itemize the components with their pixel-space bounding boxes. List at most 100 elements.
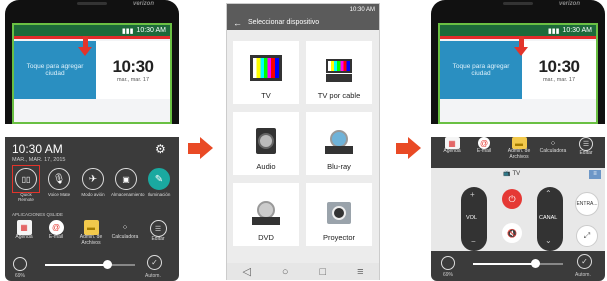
auto-brightness-check-icon[interactable]: ✓ [147,255,162,270]
device-tile-bluray[interactable]: Blu-ray [306,112,372,175]
qs-toggle-light[interactable]: ✎ Iluminación [143,168,175,197]
device-tile-cable[interactable]: TV por cable [306,41,372,104]
channel-rocker[interactable]: ⌃ CANAL ⌄ [537,187,563,251]
highlight-box [12,165,40,193]
clock-widget: 10:30 mar., mar. 17 [522,41,596,99]
clock-date: mar., mar. 17 [542,77,576,83]
app-files[interactable]: ▬ Admin. de Archivos [503,137,535,160]
brightness-slider-track[interactable] [473,263,563,265]
brightness-icon [13,257,27,271]
auto-brightness-check-icon[interactable]: ✓ [577,254,592,269]
device-tile-tv[interactable]: TV [233,41,299,104]
app-label: Admin. de Archivos [507,148,531,160]
auto-label: Autom. [145,273,161,279]
toggle-label: Voice Mate [47,192,71,197]
light-icon: ✎ [148,168,170,190]
app-label: Admin. de Archivos [79,234,103,246]
device-chooser-screen: 10:30 AM ← Seleccionar dispositivo TV TV… [226,3,380,280]
back-nav-icon[interactable]: ◁ [242,265,250,278]
app-label: Agenda [443,148,461,154]
vol-up-icon[interactable]: + [470,190,475,199]
chooser-title: Seleccionar dispositivo [248,19,320,26]
brightness-slider-fill [473,263,535,265]
email-icon: @ [48,220,64,235]
brightness-percent: 69% [443,272,454,278]
app-files[interactable]: ▬ Admin. de Archivos [75,220,107,246]
chooser-status-time: 10:30 AM [349,6,375,13]
device-tile-projector[interactable]: Proyector [306,183,372,246]
back-arrow-icon[interactable]: ← [227,18,248,28]
app-label: Calculadora [111,234,139,240]
settings-gear-icon[interactable]: ⚙ [155,142,166,156]
device-label: DVD [258,233,274,242]
device-label: TV [261,91,271,100]
app-edit[interactable]: ☰ Editar [144,220,172,243]
app-calendar[interactable]: ▦ Agenda [439,137,465,155]
channel-down-icon[interactable]: ⌄ [545,236,552,245]
airplane-icon: ✈ [82,168,104,190]
brightness-slider-thumb[interactable] [103,260,112,269]
vol-down-icon[interactable]: − [471,237,476,246]
brightness-percent: 69% [15,273,26,279]
projector-icon [327,202,351,224]
menu-nav-icon[interactable]: ≡ [357,266,363,278]
qs-toggle-storage[interactable]: ▣ Almacenamiento [111,168,145,197]
clock-time: 10:30 [112,57,154,76]
arrow-head [200,137,213,159]
dvd-icon [252,201,280,225]
remote-menu-icon[interactable]: ≡ [589,170,601,179]
channel-up-icon[interactable]: ⌃ [545,189,552,198]
app-calendar[interactable]: ▦ Agenda [11,220,37,241]
clock-date: mar., mar. 17 [116,77,150,83]
weather-prompt: Toque para agregar ciudad [26,63,84,77]
vol-label: VOL [466,215,478,221]
input-button[interactable]: ENTRA... [575,192,599,216]
signal-icon: ▮▮▮ [547,27,560,35]
disc-icon [325,130,353,154]
app-calculator[interactable]: ⁘ Calculadora [109,220,141,241]
right-phone-top: verizon ▮▮▮ 10:30 AM Toque para agregar … [431,0,605,124]
expand-button[interactable]: ⤢ [576,225,598,247]
device-tile-audio[interactable]: Audio [233,112,299,175]
home-nav-icon[interactable]: ○ [282,266,289,278]
tv-small-icon: 📺 [503,171,511,177]
canal-label: CANAL [539,215,558,221]
lock-screen[interactable]: ▮▮▮ 10:30 AM Toque para agregar ciudad 1… [12,23,172,124]
microphone-icon: 🎙 [48,168,70,190]
brightness-slider-fill [45,264,107,266]
lock-screen[interactable]: ▮▮▮ 10:30 AM Toque para agregar ciudad 1… [438,23,598,124]
app-edit[interactable]: ☰ Editar [572,137,600,157]
speaker-icon [256,128,276,154]
swipe-down-arrow-icon [78,47,92,56]
device-tile-dvd[interactable]: DVD [233,183,299,246]
brand-logo: verizon [559,1,581,7]
qs-toggle-airplane[interactable]: ✈ Modo avión [79,168,107,197]
vol-rocker[interactable]: + VOL − [461,187,487,251]
device-tab-label: TV [512,170,521,177]
remote-device-tab[interactable]: 📺 TV [503,170,521,178]
device-label: Audio [256,162,276,171]
status-time: 10:30 AM [136,27,166,34]
clock-time: 10:30 [538,57,580,76]
brightness-slider-track[interactable] [45,264,135,266]
brightness-slider-thumb[interactable] [531,259,540,268]
app-email[interactable]: @ E-mail [471,137,497,155]
status-bar: ▮▮▮ 10:30 AM [14,25,170,36]
qs-date: MAR., MAR. 17, 2015 [12,157,66,163]
calculator-icon: ⁘ [121,223,129,232]
toggle-label: Modo avión [81,192,105,197]
swipe-down-arrow-icon [514,47,528,56]
cable-box-icon [326,59,352,83]
weather-prompt: Toque para agregar ciudad [452,63,510,77]
arrow-head [408,137,421,159]
power-button[interactable]: ⏻ [502,189,522,209]
recents-nav-icon[interactable]: □ [319,266,326,278]
weather-widget[interactable]: Toque para agregar ciudad [440,41,522,99]
app-email[interactable]: @ E-mail [43,220,69,241]
arrow-stem [396,142,408,154]
qs-toggle-voice-mate[interactable]: 🎙 Voice Mate [45,168,73,197]
app-calculator[interactable]: ⁘ Calculadora [537,137,569,155]
swipe-indicator [14,36,170,39]
mute-button[interactable]: 🔇 [502,223,522,243]
input-label: ENTRA... [576,201,598,207]
